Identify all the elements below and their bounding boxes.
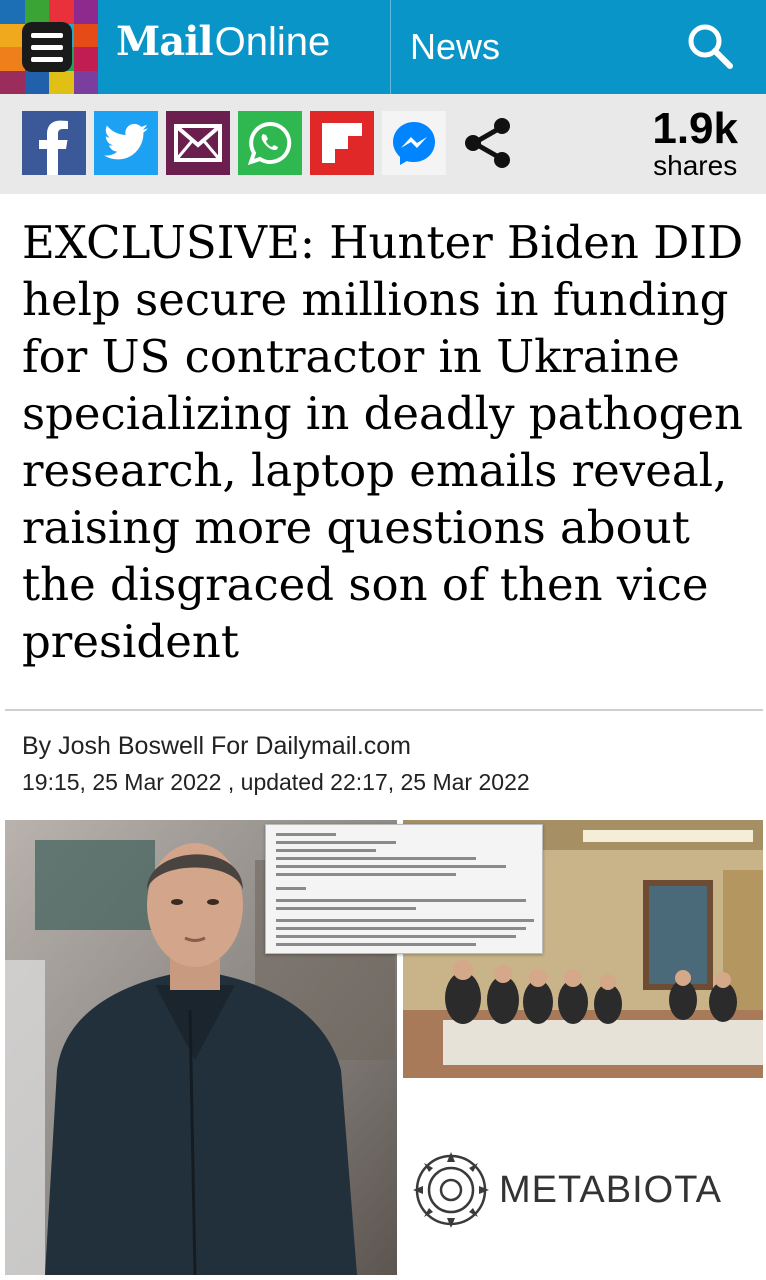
article-dates: 19:15, 25 Mar 2022 , updated 22:17, 25 M… <box>22 769 530 795</box>
share-count-label: shares <box>653 150 738 181</box>
header-divider <box>390 0 391 94</box>
email-share-button[interactable] <box>166 111 230 175</box>
twitter-share-button[interactable] <box>94 111 158 175</box>
share-bar: 1.9k shares <box>0 94 766 194</box>
metabiota-logo: METABIOTA <box>403 1120 763 1260</box>
top-bar: Mail Online News <box>0 0 766 94</box>
search-icon[interactable] <box>684 20 736 72</box>
facebook-icon <box>39 120 68 175</box>
messenger-icon <box>393 122 435 165</box>
menu-icon[interactable] <box>22 22 72 72</box>
envelope-icon <box>174 124 222 162</box>
metabiota-wordmark: METABIOTA <box>499 1168 722 1211</box>
whatsapp-icon <box>247 121 292 166</box>
messenger-share-button[interactable] <box>382 111 446 175</box>
metabiota-emblem-icon <box>413 1152 489 1228</box>
share-icon <box>465 118 510 168</box>
flipboard-share-button[interactable] <box>310 111 374 175</box>
article-headline[interactable]: EXCLUSIVE: Hunter Biden DID help secure … <box>22 214 746 670</box>
more-share-button[interactable] <box>456 111 520 175</box>
logo-mail-text: Mail <box>116 18 214 65</box>
flipboard-icon <box>322 123 362 163</box>
headline-divider <box>5 709 763 711</box>
article-image[interactable]: METABIOTA <box>5 820 763 1275</box>
share-count-number: 1.9k <box>652 104 738 153</box>
section-label-news[interactable]: News <box>410 26 500 68</box>
share-count: 1.9k shares <box>652 106 738 180</box>
logo-online-text: Online <box>214 20 331 64</box>
twitter-icon <box>104 123 148 160</box>
byline[interactable]: By Josh Boswell For Dailymail.com <box>22 732 411 761</box>
facebook-share-button[interactable] <box>22 111 86 175</box>
whatsapp-share-button[interactable] <box>238 111 302 175</box>
email-document-overlay <box>265 824 543 954</box>
mailonline-logo[interactable]: Mail Online <box>116 18 330 74</box>
